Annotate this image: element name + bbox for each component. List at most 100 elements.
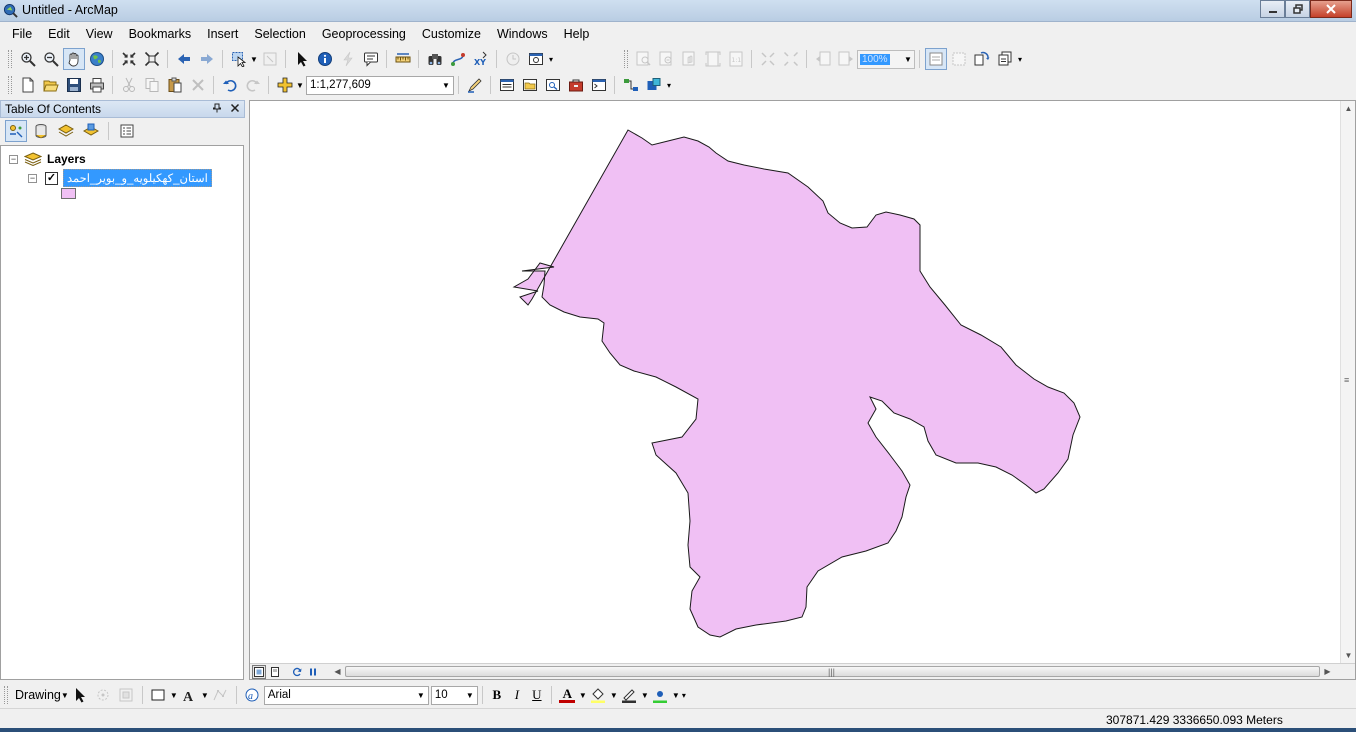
- menu-edit[interactable]: Edit: [40, 22, 78, 46]
- paste-button[interactable]: [164, 74, 186, 96]
- menu-windows[interactable]: Windows: [489, 22, 556, 46]
- undo-button[interactable]: [219, 74, 241, 96]
- python-window-button[interactable]: [588, 74, 610, 96]
- forward-extent-button[interactable]: [196, 48, 218, 70]
- vertical-scrollbar[interactable]: ▲ ≡ ▼: [1340, 101, 1355, 663]
- open-button[interactable]: [40, 74, 62, 96]
- identify-button[interactable]: [314, 48, 336, 70]
- select-elements-draw-button[interactable]: [69, 684, 91, 706]
- map-canvas[interactable]: [250, 101, 1341, 663]
- layout-back-button[interactable]: [812, 48, 834, 70]
- horizontal-scroll-thumb[interactable]: |||: [345, 666, 1320, 677]
- layer-symbol-row[interactable]: [61, 188, 76, 199]
- toolbar-options-icon[interactable]: ▾: [665, 81, 673, 90]
- map-display[interactable]: ▲ ≡ ▼ ◀ ||| ▶: [249, 100, 1356, 680]
- layout-forward-button[interactable]: [835, 48, 857, 70]
- menu-help[interactable]: Help: [556, 22, 598, 46]
- font-name-dropdown[interactable]: Arial ▼: [263, 685, 429, 705]
- pan-button[interactable]: [62, 48, 85, 70]
- select-elements-button[interactable]: [291, 48, 313, 70]
- menu-selection[interactable]: Selection: [246, 22, 313, 46]
- chevron-down-icon[interactable]: ▼: [296, 81, 304, 90]
- toggle-draft-mode-button[interactable]: [924, 48, 947, 70]
- layout-view-button[interactable]: [268, 665, 282, 679]
- menu-file[interactable]: File: [0, 22, 40, 46]
- collapse-icon[interactable]: −: [9, 154, 18, 164]
- toc-close-icon[interactable]: [230, 103, 240, 116]
- layer-visibility-checkbox[interactable]: ✓: [45, 171, 58, 185]
- rectangle-tool-button[interactable]: [147, 684, 169, 706]
- chevron-down-icon[interactable]: ▼: [672, 691, 680, 700]
- rotate-button[interactable]: [92, 684, 114, 706]
- change-layout-button[interactable]: [971, 48, 993, 70]
- menu-bookmarks[interactable]: Bookmarks: [121, 22, 200, 46]
- italic-button[interactable]: I: [507, 687, 527, 703]
- redo-button[interactable]: [242, 74, 264, 96]
- fixed-zoom-out-layout-button[interactable]: [780, 48, 802, 70]
- search-window-button[interactable]: [542, 74, 564, 96]
- toolbar-grip[interactable]: [624, 50, 628, 68]
- chevron-down-icon[interactable]: ▼: [250, 55, 258, 64]
- clear-selection-button[interactable]: [259, 48, 281, 70]
- find-button[interactable]: [424, 48, 446, 70]
- marker-color-button[interactable]: [649, 684, 671, 706]
- minimize-button[interactable]: [1260, 0, 1285, 18]
- delete-button[interactable]: [187, 74, 209, 96]
- fixed-zoom-in-button[interactable]: [118, 48, 140, 70]
- measure-button[interactable]: [392, 48, 414, 70]
- toc-options-button[interactable]: [116, 120, 138, 142]
- toolbar-options-icon[interactable]: ▾: [680, 691, 688, 700]
- scroll-left-icon[interactable]: ◀: [330, 664, 345, 679]
- toolbar-grip[interactable]: [8, 76, 12, 94]
- data-view-button[interactable]: [252, 664, 266, 679]
- toolbar-options-icon[interactable]: ▾: [1016, 55, 1024, 64]
- layout-pan-button[interactable]: [679, 48, 701, 70]
- chevron-down-icon[interactable]: ▼: [61, 691, 69, 700]
- pause-drawing-button[interactable]: [306, 665, 320, 679]
- chevron-down-icon[interactable]: ▼: [201, 691, 209, 700]
- fixed-zoom-in-layout-button[interactable]: [757, 48, 779, 70]
- map-scale-dropdown[interactable]: 1:1,277,609 ▼: [306, 75, 454, 95]
- chevron-down-icon[interactable]: ▼: [579, 691, 587, 700]
- toolbar-grip[interactable]: [8, 50, 12, 68]
- layer-name[interactable]: استان_کهکیلویه_و_بویر_احمد: [63, 169, 212, 187]
- back-extent-button[interactable]: [173, 48, 195, 70]
- chevron-down-icon[interactable]: ▼: [170, 691, 178, 700]
- font-color-button[interactable]: A: [556, 684, 578, 706]
- scroll-down-icon[interactable]: ▼: [1341, 648, 1356, 663]
- time-slider-button[interactable]: [502, 48, 524, 70]
- zoom-to-selected-button[interactable]: [115, 684, 137, 706]
- menu-view[interactable]: View: [78, 22, 121, 46]
- modelbuilder-button[interactable]: [620, 74, 642, 96]
- menu-insert[interactable]: Insert: [199, 22, 246, 46]
- zoom-out-button[interactable]: [40, 48, 62, 70]
- save-button[interactable]: [63, 74, 85, 96]
- maximize-button[interactable]: [1285, 0, 1310, 18]
- layout-zoom-out-button[interactable]: [656, 48, 678, 70]
- chevron-down-icon[interactable]: ▼: [641, 691, 649, 700]
- list-by-visibility-button[interactable]: [55, 120, 77, 142]
- toc-window-button[interactable]: [496, 74, 518, 96]
- add-data-button[interactable]: [274, 74, 296, 96]
- refresh-view-button[interactable]: [290, 665, 304, 679]
- select-features-button[interactable]: [228, 48, 250, 70]
- menu-geoprocessing[interactable]: Geoprocessing: [314, 22, 414, 46]
- find-route-button[interactable]: [447, 48, 469, 70]
- extensions-button[interactable]: [643, 74, 665, 96]
- arctoolbox-button[interactable]: [565, 74, 587, 96]
- focus-data-frame-button[interactable]: [948, 48, 970, 70]
- catalog-window-button[interactable]: [519, 74, 541, 96]
- layout-zoom-in-button[interactable]: [633, 48, 655, 70]
- layers-root-row[interactable]: − Layers: [9, 152, 86, 166]
- zoom-whole-page-button[interactable]: [702, 48, 724, 70]
- scroll-right-icon[interactable]: ▶: [1320, 664, 1335, 679]
- underline-button[interactable]: U: [527, 687, 547, 703]
- editor-toolbar-button[interactable]: [464, 74, 486, 96]
- collapse-icon[interactable]: −: [28, 173, 37, 183]
- chevron-down-icon[interactable]: ▼: [610, 691, 618, 700]
- go-to-xy-button[interactable]: XY: [470, 48, 492, 70]
- fixed-zoom-out-button[interactable]: [141, 48, 163, 70]
- new-document-button[interactable]: [17, 74, 39, 96]
- hyperlink-button[interactable]: [337, 48, 359, 70]
- auto-hide-pin-icon[interactable]: [212, 103, 222, 116]
